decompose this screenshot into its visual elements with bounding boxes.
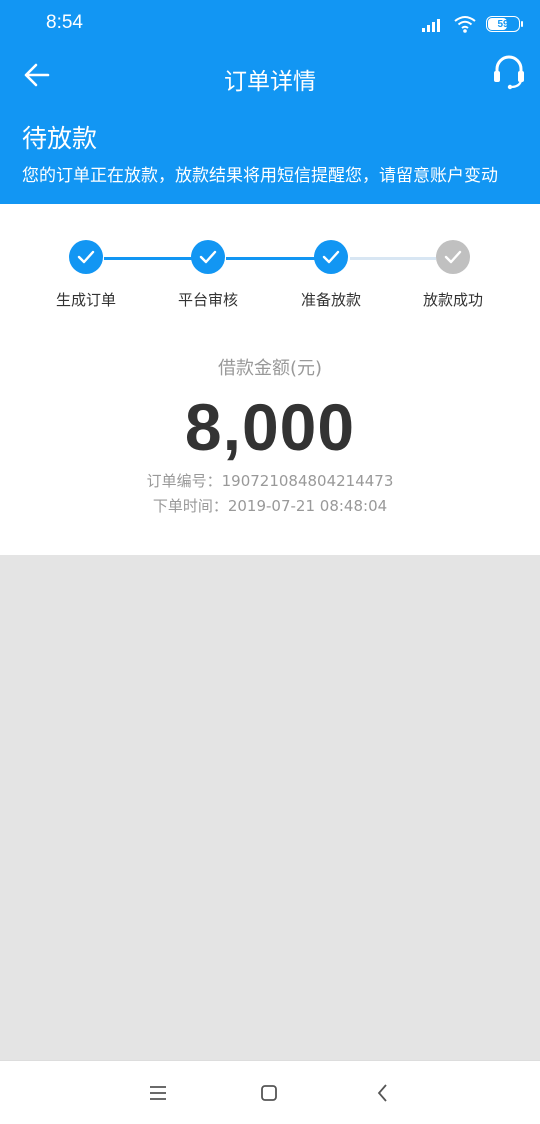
system-nav-bar bbox=[0, 1060, 540, 1124]
order-number: 190721084804214473 bbox=[221, 472, 394, 490]
step-item: 放款成功 bbox=[393, 240, 513, 310]
order-number-label: 订单编号： bbox=[146, 472, 222, 490]
step-item: 准备放款 bbox=[271, 240, 391, 310]
order-number-row: 订单编号：190721084804214473 bbox=[0, 470, 540, 491]
check-icon bbox=[69, 240, 103, 274]
check-icon bbox=[191, 240, 225, 274]
battery-level: 59 bbox=[497, 18, 509, 30]
status-bar: 8:54 59 bbox=[0, 0, 540, 48]
status-icons: 59 bbox=[422, 14, 523, 34]
step-label: 放款成功 bbox=[422, 291, 483, 309]
amount-label: 借款金额(元) bbox=[217, 358, 323, 379]
wifi-icon bbox=[454, 16, 476, 33]
step-label: 平台审核 bbox=[177, 291, 238, 309]
check-icon bbox=[314, 240, 348, 274]
loan-amount: 8,000 bbox=[184, 390, 356, 464]
page-title: 订单详情 bbox=[224, 69, 316, 95]
status-notice: 待放款 您的订单正在放款，放款结果将用短信提醒您，请留意账户变动 bbox=[0, 104, 540, 204]
back-icon[interactable] bbox=[371, 1081, 395, 1105]
progress-steps: 生成订单 平台审核 准备放款 放款成功 bbox=[0, 240, 540, 320]
step-item: 平台审核 bbox=[148, 240, 268, 310]
signal-icon bbox=[422, 19, 440, 32]
check-icon bbox=[436, 240, 470, 274]
order-time-row: 下单时间：2019-07-21 08:48:04 bbox=[0, 495, 540, 516]
status-time: 8:54 bbox=[46, 12, 83, 33]
order-time: 2019-07-21 08:48:04 bbox=[227, 497, 388, 515]
top-header-area: 8:54 59 订单详情 待放款 您的订单正在放款，放款结果将用短信提醒您，请留… bbox=[0, 0, 540, 204]
order-time-label: 下单时间： bbox=[152, 497, 228, 515]
home-icon[interactable] bbox=[257, 1081, 281, 1105]
step-item: 生成订单 bbox=[26, 240, 146, 310]
step-label: 准备放款 bbox=[300, 291, 361, 309]
nav-bar: 订单详情 bbox=[0, 48, 540, 104]
step-label: 生成订单 bbox=[55, 291, 116, 309]
headset-icon[interactable] bbox=[492, 54, 526, 90]
status-description: 您的订单正在放款，放款结果将用短信提醒您，请留意账户变动 bbox=[22, 166, 498, 186]
status-headline: 待放款 bbox=[22, 124, 98, 153]
battery-icon: 59 bbox=[486, 16, 523, 32]
menu-icon[interactable] bbox=[146, 1081, 170, 1105]
order-card: 生成订单 平台审核 准备放款 放款成功 借款金额(元) 8,000 订单编号：1… bbox=[0, 204, 540, 555]
